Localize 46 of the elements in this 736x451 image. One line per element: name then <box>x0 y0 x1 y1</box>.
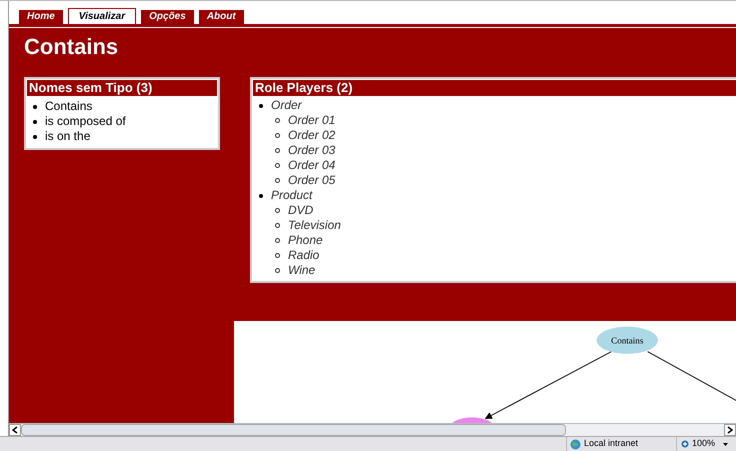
caret-icon[interactable] <box>723 442 728 446</box>
role-player-item: DVD <box>288 203 314 218</box>
bullet-icon <box>275 178 280 183</box>
role-item: Product <box>271 188 312 203</box>
bullet-icon <box>275 133 280 138</box>
zoom-icon <box>681 440 690 448</box>
name-item: is composed of <box>45 114 126 129</box>
panel-header: Role Players (2) <box>253 80 736 96</box>
nav-tab[interactable]: Home <box>19 10 63 24</box>
role-player-item: Radio <box>288 248 320 263</box>
nav-tab[interactable]: About <box>198 10 244 24</box>
page-title: Contains <box>23 33 118 60</box>
bullet-icon <box>275 253 280 258</box>
bullet-icon <box>275 163 280 168</box>
role-player-item: Order 03 <box>288 143 336 158</box>
bullet-icon <box>275 238 280 243</box>
name-item: is on the <box>45 129 90 144</box>
role-player-item: Wine <box>288 263 316 278</box>
globe-icon <box>570 438 581 450</box>
zone-label: Local intranet <box>584 437 638 450</box>
role-item: Order <box>271 98 302 113</box>
bullet-icon <box>259 194 263 198</box>
bullet-icon <box>33 120 37 124</box>
horizontal-scrollbar[interactable] <box>9 423 736 436</box>
scroll-left-icon[interactable] <box>9 424 21 436</box>
role-player-item: Order 01 <box>288 113 336 128</box>
bullet-icon <box>33 104 37 108</box>
role-player-item: Order 02 <box>288 128 336 143</box>
nav-tab[interactable]: Visualizar <box>68 8 136 24</box>
zoom-level[interactable]: 100% <box>692 437 716 451</box>
bullet-icon <box>275 148 280 153</box>
role-player-item: Phone <box>288 233 323 248</box>
bullet-icon <box>275 268 280 273</box>
bullet-icon <box>275 208 280 213</box>
role-player-item: Order 04 <box>288 158 336 173</box>
graph-drawing: Contains <box>234 321 736 423</box>
bullet-icon <box>275 223 280 228</box>
bullet-icon <box>33 134 37 138</box>
nav-tab[interactable]: Opções <box>141 10 194 24</box>
bullet-icon <box>275 118 280 123</box>
role-player-item: Television <box>288 218 341 233</box>
scroll-right-icon[interactable] <box>724 424 736 436</box>
panel-header: Nomes sem Tipo (3) <box>27 80 217 96</box>
name-item: Contains <box>45 99 92 114</box>
role-player-item: Order 05 <box>288 173 336 188</box>
bullet-icon <box>259 104 263 108</box>
